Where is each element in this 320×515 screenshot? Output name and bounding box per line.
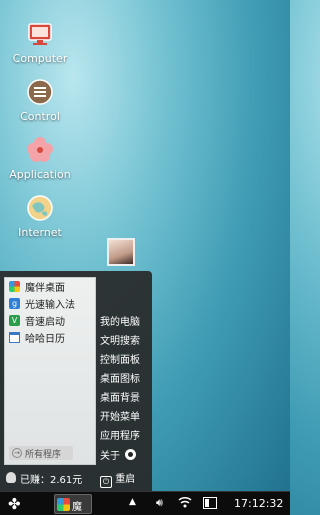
start-menu-footer: 已赚：2.61元 ⏻ 重启 bbox=[0, 468, 152, 488]
menu-item-my-computer[interactable]: 我的电脑 bbox=[100, 313, 140, 328]
desktop-icon-label: Computer bbox=[12, 52, 68, 65]
menu-item-about-label: 关于 bbox=[100, 451, 120, 462]
menu-item-about[interactable]: 关于 bbox=[100, 447, 137, 462]
program-label: 光速输入法 bbox=[25, 300, 75, 311]
all-programs-label: 所有程序 bbox=[25, 449, 62, 460]
control-panel-icon bbox=[27, 79, 53, 105]
desktop-icon-computer[interactable]: Computer bbox=[0, 20, 80, 65]
clock[interactable]: 17:12:32 bbox=[234, 497, 283, 510]
menu-item-desktop-background[interactable]: 桌面背景 bbox=[100, 389, 140, 404]
program-label: 哈哈日历 bbox=[25, 334, 65, 345]
program-label: 音速启动 bbox=[25, 317, 65, 328]
desktop-icon-label: Control bbox=[20, 110, 60, 123]
mopan-app-icon bbox=[57, 498, 70, 511]
arrow-right-icon: → bbox=[12, 448, 22, 458]
user-avatar[interactable] bbox=[107, 238, 135, 266]
start-menu-programs: 魔伴桌面 g 光速输入法 V 音速启动 哈哈日历 → 所有程序 bbox=[4, 277, 96, 465]
about-dot-icon bbox=[125, 449, 137, 460]
program-item-g-input[interactable]: g 光速输入法 bbox=[5, 295, 95, 312]
tray-expand-icon[interactable]: ▲ bbox=[129, 497, 136, 507]
program-item-v-launcher[interactable]: V 音速启动 bbox=[5, 312, 95, 329]
desktop-icon-control[interactable]: Control bbox=[0, 78, 80, 123]
taskbar: ✤ 魔伴 ▲ 🔊︎ 17:12:32 bbox=[0, 491, 290, 515]
computer-icon bbox=[28, 23, 52, 45]
desktop-icon-label: Application bbox=[9, 168, 71, 181]
v-launcher-icon: V bbox=[9, 315, 20, 326]
power-icon: ⏻ bbox=[100, 476, 112, 488]
volume-icon[interactable]: 🔊︎ bbox=[156, 496, 163, 510]
application-flower-icon bbox=[27, 137, 53, 162]
menu-item-desktop-icons[interactable]: 桌面图标 bbox=[100, 370, 140, 385]
desktop-icon-application[interactable]: Application bbox=[0, 136, 80, 181]
menu-item-start-menu[interactable]: 开始菜单 bbox=[100, 408, 140, 423]
calendar-icon bbox=[9, 332, 20, 343]
all-programs-button[interactable]: → 所有程序 bbox=[9, 446, 73, 460]
clover-start-icon[interactable]: ✤ bbox=[8, 495, 21, 513]
taskbar-app-mopan[interactable]: 魔伴 bbox=[54, 494, 92, 514]
g-input-icon: g bbox=[9, 298, 20, 309]
restart-label: 重启 bbox=[115, 474, 136, 485]
start-menu-right-panel: 我的电脑 文明搜索 控制面板 桌面图标 桌面背景 开始菜单 应用程序 关于 bbox=[96, 271, 152, 491]
restart-button[interactable]: ⏻ 重启 bbox=[100, 470, 135, 488]
wifi-icon[interactable] bbox=[178, 495, 192, 512]
desktop-icon-internet[interactable]: Internet bbox=[0, 194, 80, 239]
menu-item-applications[interactable]: 应用程序 bbox=[100, 427, 140, 442]
taskbar-app-label: 魔伴 bbox=[72, 502, 82, 513]
desktop-icon-label: Internet bbox=[18, 226, 62, 239]
menu-item-control-panel[interactable]: 控制面板 bbox=[100, 351, 140, 366]
program-item-calendar[interactable]: 哈哈日历 bbox=[5, 329, 95, 346]
program-item-mopan-desktop[interactable]: 魔伴桌面 bbox=[5, 278, 95, 295]
internet-globe-icon bbox=[27, 195, 53, 221]
start-menu: 我的电脑 文明搜索 控制面板 桌面图标 桌面背景 开始菜单 应用程序 关于 魔伴… bbox=[0, 271, 152, 491]
coin-bag-icon bbox=[6, 472, 16, 483]
menu-item-search[interactable]: 文明搜索 bbox=[100, 332, 140, 347]
program-label: 魔伴桌面 bbox=[25, 283, 65, 294]
earned-text: 已赚：2.61元 bbox=[20, 475, 83, 486]
battery-icon bbox=[203, 497, 217, 509]
mopan-desktop-icon bbox=[9, 281, 20, 292]
